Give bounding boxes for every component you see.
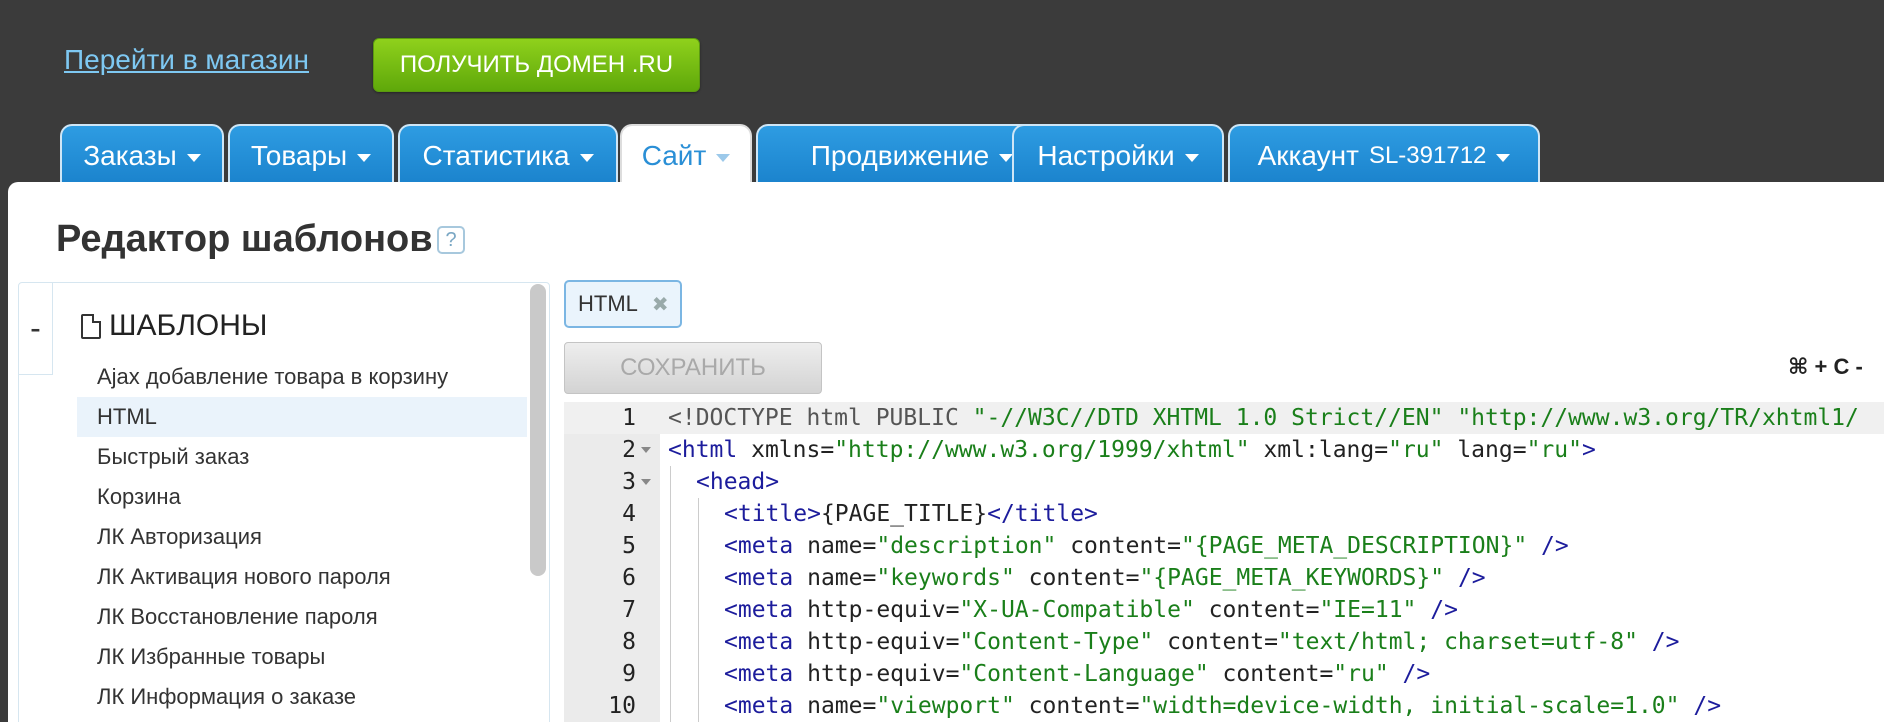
tab-products[interactable]: Товары	[228, 124, 394, 186]
tab-label: Заказы	[83, 140, 177, 171]
help-icon[interactable]: ?	[437, 226, 465, 254]
tab-settings[interactable]: Настройки	[1012, 124, 1224, 186]
code-text: <!DOCTYPE html PUBLIC "-//W3C//DTD XHTML…	[668, 405, 1859, 431]
code-text: <meta http-equiv="Content-Language" cont…	[724, 661, 1431, 687]
list-item[interactable]: ЛК Активация нового пароля	[77, 557, 527, 597]
tab-account[interactable]: Аккаунт SL-391712	[1228, 124, 1540, 186]
file-tab-label: HTML	[578, 291, 638, 316]
page-title: Редактор шаблонов	[56, 218, 433, 260]
list-item[interactable]: ЛК Избранные товары	[77, 637, 527, 677]
file-tab-html[interactable]: HTML ✖	[564, 280, 682, 328]
list-item[interactable]: Быстрый заказ	[77, 437, 527, 477]
indent-guide	[698, 658, 699, 690]
chevron-down-icon	[1496, 154, 1511, 162]
code-text: <meta name="description" content="{PAGE_…	[724, 533, 1569, 559]
line-number: 7	[622, 597, 636, 623]
fold-toggle-icon[interactable]	[641, 447, 651, 453]
save-button[interactable]: СОХРАНИТЬ	[564, 342, 822, 394]
line-number: 4	[622, 501, 636, 527]
line-number: 2	[622, 437, 636, 463]
list-item[interactable]: Корзина	[77, 477, 527, 517]
list-item[interactable]: ЛК Авторизация	[77, 517, 527, 557]
indent-guide	[670, 498, 671, 530]
tab-label: Продвижение	[810, 140, 990, 171]
line-number: 1	[622, 405, 636, 431]
templates-heading-label: ШАБЛОНЫ	[109, 309, 268, 342]
line-number: 3	[622, 469, 636, 495]
code-text: <html xmlns="http://www.w3.org/1999/xhtm…	[668, 437, 1596, 463]
chevron-down-icon	[357, 154, 372, 162]
collapse-button[interactable]: -	[19, 283, 53, 375]
get-domain-button[interactable]: ПОЛУЧИТЬ ДОМЕН .RU	[373, 38, 700, 92]
sidebar-scrollbar[interactable]	[530, 284, 546, 576]
code-text: <title>{PAGE_TITLE}</title>	[724, 501, 1098, 527]
indent-guide	[670, 690, 671, 722]
code-editor[interactable]: 1 <!DOCTYPE html PUBLIC "-//W3C//DTD XHTM…	[564, 402, 1884, 722]
chevron-down-icon	[1184, 154, 1199, 162]
list-item[interactable]: HTML	[77, 397, 527, 437]
indent-guide	[698, 530, 699, 562]
tab-label: Сайт	[641, 140, 707, 171]
indent-guide	[670, 562, 671, 594]
indent-guide	[670, 530, 671, 562]
line-number: 10	[608, 693, 636, 719]
tab-label: Аккаунт	[1257, 140, 1359, 171]
indent-guide	[670, 594, 671, 626]
templates-sidebar: - ШАБЛОНЫ Ajax добавление товара в корзи…	[18, 282, 550, 722]
tab-label: Статистика	[422, 140, 570, 171]
code-text: <meta http-equiv="X-UA-Compatible" conte…	[724, 597, 1458, 623]
line-number: 6	[622, 565, 636, 591]
indent-guide	[670, 466, 671, 498]
indent-guide	[698, 626, 699, 658]
tab-label: Настройки	[1037, 140, 1175, 171]
chevron-down-icon	[579, 154, 594, 162]
tab-site[interactable]: Сайт	[620, 124, 752, 186]
indent-guide	[698, 562, 699, 594]
tab-label: Товары	[250, 140, 348, 171]
line-number: 5	[622, 533, 636, 559]
list-item[interactable]: ЛК Восстановление пароля	[77, 597, 527, 637]
tab-statistics[interactable]: Статистика	[398, 124, 618, 186]
code-text: <head>	[696, 469, 780, 495]
chevron-down-icon	[716, 154, 731, 162]
list-item[interactable]: ЛК Информация о заказе	[77, 677, 527, 717]
indent-guide	[698, 690, 699, 722]
indent-guide	[670, 626, 671, 658]
indent-guide	[670, 658, 671, 690]
code-text: <meta name="keywords" content="{PAGE_MET…	[724, 565, 1486, 591]
line-number: 9	[622, 661, 636, 687]
code-text: <meta name="viewport" content="width=dev…	[724, 693, 1722, 719]
indent-guide	[698, 498, 699, 530]
chevron-down-icon	[186, 154, 201, 162]
templates-heading: ШАБЛОНЫ	[81, 309, 267, 343]
templates-list: Ajax добавление товара в корзину HTML Бы…	[77, 357, 527, 717]
tab-orders[interactable]: Заказы	[60, 124, 224, 186]
shop-link[interactable]: Перейти в магазин	[64, 44, 309, 76]
line-number: 8	[622, 629, 636, 655]
keyboard-shortcut-hint: ⌘ + C -	[1788, 354, 1863, 379]
account-id: SL-391712	[1368, 142, 1487, 169]
document-icon	[81, 313, 101, 339]
close-icon[interactable]: ✖	[652, 292, 669, 317]
code-line[interactable]: 1 <!DOCTYPE html PUBLIC "-//W3C//DTD XHTM…	[564, 402, 1884, 434]
code-text: <meta http-equiv="Content-Type" content=…	[724, 629, 1680, 655]
fold-toggle-icon[interactable]	[641, 479, 651, 485]
indent-guide	[698, 594, 699, 626]
list-item[interactable]: Ajax добавление товара в корзину	[77, 357, 527, 397]
